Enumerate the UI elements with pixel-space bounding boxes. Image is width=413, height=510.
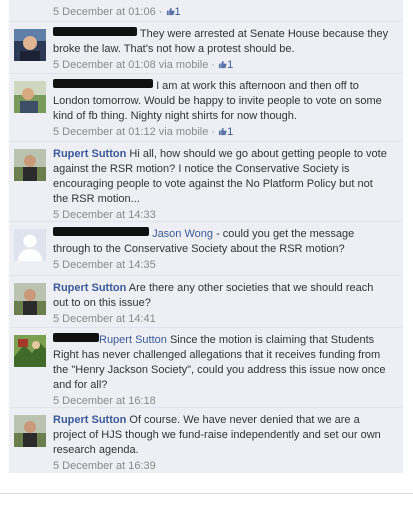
- comment-item: Rupert Sutton Since the motion is claimi…: [9, 327, 403, 408]
- comment-item: Rupert Sutton Of course. We have never d…: [9, 407, 403, 474]
- comment-author-link[interactable]: Rupert Sutton: [53, 414, 126, 426]
- comment-text: Jason Wong - could you get the message t…: [53, 227, 355, 255]
- redacted-author: [53, 333, 99, 342]
- comment-author-link[interactable]: Rupert Sutton: [53, 148, 126, 160]
- avatar[interactable]: [14, 149, 46, 181]
- avatar[interactable]: [14, 335, 46, 367]
- comment-item: 5 December at 01:06 · 1: [9, 0, 403, 21]
- comment-meta: 5 December at 14:35: [53, 258, 389, 273]
- avatar[interactable]: [14, 415, 46, 447]
- redacted-author: [53, 79, 153, 88]
- mentioned-user-link[interactable]: Rupert Sutton: [99, 334, 167, 346]
- profile-photo-icon: [14, 335, 46, 367]
- comment-text: I am at work this afternoon and then off…: [53, 79, 382, 122]
- redacted-author: [53, 27, 137, 36]
- comment-item: They were arrested at Senate House becau…: [9, 21, 403, 74]
- comment-time[interactable]: 5 December at 01:12: [53, 126, 156, 138]
- like-count[interactable]: 1: [218, 126, 233, 138]
- comment-meta: 5 December at 01:12 via mobile · 1: [53, 126, 234, 138]
- comment-meta: 5 December at 14:41: [53, 312, 389, 327]
- comment-time[interactable]: 5 December at 01:06: [53, 6, 156, 18]
- thumbs-up-icon: [166, 7, 175, 16]
- comment-text: Rupert Sutton Of course. We have never d…: [53, 414, 381, 456]
- comment-time[interactable]: 5 December at 16:39: [53, 460, 156, 472]
- like-count[interactable]: 1: [218, 59, 233, 71]
- redacted-author: [53, 227, 149, 236]
- comment-meta: 5 December at 16:39: [53, 459, 389, 474]
- profile-photo-icon: [14, 283, 46, 315]
- profile-photo-icon: [14, 81, 46, 113]
- avatar[interactable]: [14, 29, 46, 61]
- default-avatar-icon: [14, 229, 46, 261]
- profile-photo-icon: [14, 29, 46, 61]
- comment-item: Jason Wong - could you get the message t…: [9, 221, 403, 276]
- comment-meta: 5 December at 01:06 · 1: [53, 6, 181, 18]
- comment-time[interactable]: 5 December at 14:41: [53, 313, 156, 325]
- like-count[interactable]: 1: [166, 6, 181, 18]
- comment-item: Rupert Sutton Are there any other societ…: [9, 275, 403, 328]
- comment-item: Rupert Sutton Hi all, how should we go a…: [9, 141, 403, 222]
- comment-time[interactable]: 5 December at 16:18: [53, 395, 156, 407]
- mentioned-user-link[interactable]: Jason Wong: [152, 228, 213, 240]
- comment-author-link[interactable]: Rupert Sutton: [53, 282, 126, 294]
- comment-time[interactable]: 5 December at 01:08: [53, 59, 156, 71]
- avatar[interactable]: [14, 229, 46, 261]
- profile-photo-icon: [14, 415, 46, 447]
- avatar[interactable]: [14, 81, 46, 113]
- comment-text: Rupert Sutton Hi all, how should we go a…: [53, 148, 387, 205]
- avatar[interactable]: [14, 283, 46, 315]
- divider: [0, 493, 413, 494]
- comment-text: Rupert Sutton Since the motion is claimi…: [53, 333, 386, 391]
- profile-photo-icon: [14, 149, 46, 181]
- comment-meta: 5 December at 01:08 via mobile · 1: [53, 59, 234, 71]
- comment-text: Rupert Sutton Are there any other societ…: [53, 282, 374, 309]
- thumbs-up-icon: [219, 60, 227, 69]
- thumbs-up-icon: [219, 127, 227, 136]
- comment-item: I am at work this afternoon and then off…: [9, 73, 403, 142]
- comment-feed: 5 December at 01:06 · 1 They were arrest…: [9, 0, 403, 473]
- comment-time[interactable]: 5 December at 14:33: [53, 209, 156, 221]
- comment-time[interactable]: 5 December at 14:35: [53, 259, 156, 271]
- comment-text: They were arrested at Senate House becau…: [53, 27, 389, 55]
